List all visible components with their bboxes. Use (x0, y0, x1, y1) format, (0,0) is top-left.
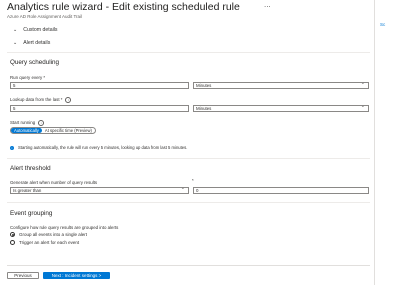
side-panel-stub[interactable]: Sc (380, 22, 385, 30)
info-icon[interactable]: i (38, 120, 45, 126)
lookup-input[interactable]: 5 (10, 105, 189, 112)
info-icon: i (10, 145, 14, 150)
radio-group-single-alert[interactable]: Group all events into a single alert (10, 232, 87, 237)
radio-alert-per-event[interactable]: Trigger an alert for each event (10, 240, 79, 245)
alert-threshold-heading: Alert threshold (10, 165, 51, 172)
info-icon[interactable]: i (65, 97, 72, 103)
event-grouping-description: Configure how rule query results are gro… (10, 225, 119, 230)
divider (7, 52, 370, 53)
custom-details-label: Custom details (23, 27, 58, 33)
start-running-label: Start running i (10, 120, 45, 126)
start-running-toggle[interactable]: Automatically At specific time (Preview) (10, 127, 96, 134)
page-title: Analytics rule wizard - Edit existing sc… (7, 1, 240, 13)
more-options-icon[interactable]: ... (264, 0, 271, 9)
required-mark: * (192, 178, 194, 183)
query-scheduling-heading: Query scheduling (10, 59, 60, 66)
alert-details-label: Alert details (23, 40, 51, 46)
radio-selected-icon[interactable] (10, 232, 15, 237)
previous-button[interactable]: Previous (7, 272, 39, 279)
panel-divider (374, 0, 375, 285)
custom-details-toggle[interactable]: ⌄ Custom details (13, 27, 58, 33)
schedule-info-text: Starting automatically, the rule will ru… (18, 145, 188, 150)
start-option-automatically[interactable]: Automatically (11, 128, 42, 133)
chevron-down-icon: ⌄ (13, 27, 18, 33)
lookup-label-text: Lookup data from the last * (10, 97, 63, 102)
chevron-down-icon: ⌄ (13, 40, 18, 46)
page-subtitle: Azure AD Role Assignment Audit Trail (7, 14, 83, 19)
footer-divider (7, 265, 370, 266)
radio-label: Trigger an alert for each event (19, 240, 80, 245)
divider (7, 202, 370, 203)
event-grouping-heading: Event grouping (10, 210, 53, 217)
alert-details-toggle[interactable]: ⌄ Alert details (13, 40, 50, 46)
run-every-input[interactable]: 5 (10, 82, 189, 89)
next-incident-settings-button[interactable]: Next : Incident settings > (43, 272, 110, 279)
alert-threshold-label: Generate alert when number of query resu… (10, 180, 98, 185)
threshold-value-input[interactable]: 0 (193, 187, 369, 194)
run-every-label: Run query every * (10, 75, 46, 80)
divider (7, 158, 370, 159)
lookup-unit-select[interactable]: Minutes (193, 104, 369, 112)
radio-unselected-icon[interactable] (10, 240, 15, 245)
start-option-specific-time[interactable]: At specific time (Preview) (42, 128, 95, 133)
radio-label: Group all events into a single alert (19, 232, 88, 237)
start-running-label-text: Start running (10, 120, 36, 125)
lookup-label: Lookup data from the last * i (10, 97, 72, 103)
threshold-operator-select[interactable]: Is greater than (10, 186, 189, 194)
schedule-info-message: i Starting automatically, the rule will … (10, 145, 187, 150)
run-every-unit-select[interactable]: Minutes (193, 81, 369, 89)
